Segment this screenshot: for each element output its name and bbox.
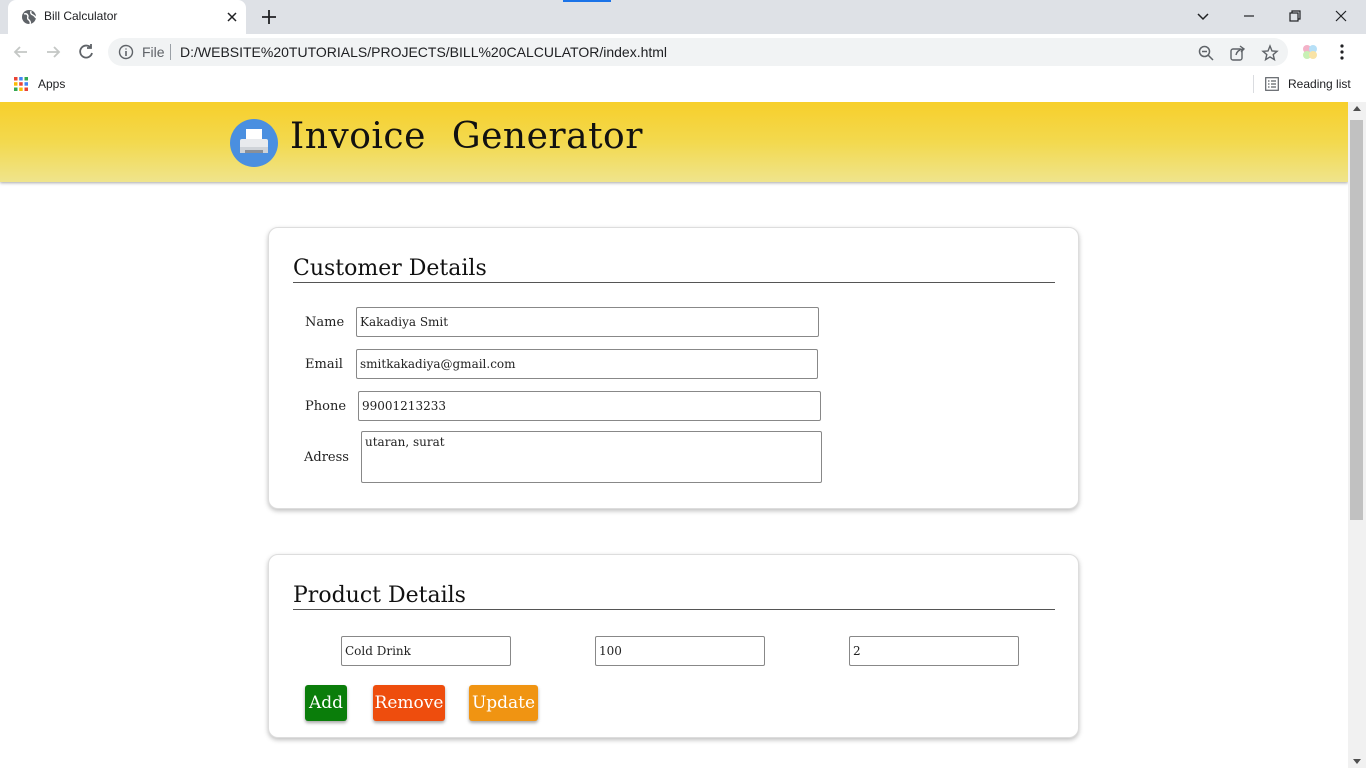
- product-heading-rule: [293, 609, 1055, 610]
- minimize-icon[interactable]: [1239, 6, 1259, 26]
- quantity-input[interactable]: [849, 636, 1019, 666]
- name-input[interactable]: [356, 307, 819, 337]
- back-icon[interactable]: [11, 42, 31, 62]
- forward-icon[interactable]: [43, 42, 63, 62]
- page-viewport: Invoice Generator Customer Details Name …: [0, 102, 1348, 768]
- tab-search-icon[interactable]: [1193, 6, 1213, 26]
- profile-avatar-icon[interactable]: [1300, 42, 1320, 62]
- address-label: Adress: [304, 450, 349, 465]
- bookmark-star-icon[interactable]: [1261, 44, 1279, 62]
- url-text[interactable]: D:/WEBSITE%20TUTORIALS/PROJECTS/BILL%20C…: [180, 44, 667, 60]
- name-label: Name: [305, 315, 345, 330]
- bookmarks-divider: [1253, 75, 1254, 93]
- page-scrollbar[interactable]: [1348, 102, 1366, 768]
- restore-icon[interactable]: [1285, 6, 1305, 26]
- zoom-icon[interactable]: [1197, 44, 1215, 62]
- close-window-icon[interactable]: [1331, 6, 1351, 26]
- product-details-heading: Product Details: [293, 583, 466, 608]
- email-label: Email: [305, 357, 343, 372]
- scrollbar-thumb[interactable]: [1350, 120, 1363, 520]
- tab-loading-indicator: [563, 0, 611, 2]
- more-menu-icon[interactable]: [1332, 42, 1352, 62]
- info-icon[interactable]: [118, 44, 134, 60]
- phone-label: Phone: [305, 399, 347, 414]
- omnibox-divider: [170, 44, 171, 60]
- printer-logo-icon: [230, 119, 278, 167]
- reload-icon[interactable]: [76, 42, 96, 62]
- browser-tab-strip: Bill Calculator: [0, 0, 1366, 34]
- remove-button[interactable]: Remove: [373, 685, 445, 721]
- product-name-input[interactable]: [341, 636, 511, 666]
- tab-title: Bill Calculator: [44, 9, 118, 23]
- product-details-card: Product Details Add Remove Update: [268, 554, 1079, 738]
- page-title: Invoice Generator: [290, 116, 643, 157]
- apps-grid-icon[interactable]: [14, 77, 28, 91]
- close-tab-icon[interactable]: [224, 9, 240, 25]
- browser-toolbar: File D:/WEBSITE%20TUTORIALS/PROJECTS/BIL…: [0, 34, 1366, 70]
- reading-list-icon[interactable]: [1265, 77, 1279, 91]
- update-button[interactable]: Update: [469, 685, 538, 721]
- price-input[interactable]: [595, 636, 765, 666]
- email-input[interactable]: [356, 349, 818, 379]
- scroll-down-arrow-icon[interactable]: [1353, 759, 1361, 764]
- customer-details-card: Customer Details Name Email Phone Adress…: [268, 227, 1079, 509]
- address-bar[interactable]: File D:/WEBSITE%20TUTORIALS/PROJECTS/BIL…: [108, 38, 1288, 66]
- reading-list-button[interactable]: Reading list: [1288, 77, 1351, 91]
- globe-icon: [22, 10, 37, 25]
- scheme-label: File: [142, 44, 165, 60]
- scroll-up-arrow-icon[interactable]: [1353, 106, 1361, 111]
- customer-heading-rule: [293, 282, 1055, 283]
- add-button[interactable]: Add: [305, 685, 347, 721]
- apps-bookmark[interactable]: Apps: [38, 77, 65, 91]
- phone-input[interactable]: [358, 391, 821, 421]
- browser-tab[interactable]: Bill Calculator: [8, 0, 246, 34]
- share-icon[interactable]: [1229, 44, 1247, 62]
- address-textarea[interactable]: utaran, surat: [361, 431, 822, 483]
- new-tab-icon[interactable]: [259, 7, 279, 27]
- bookmarks-bar: Apps Reading list: [0, 70, 1366, 98]
- app-header: Invoice Generator: [0, 102, 1348, 182]
- customer-details-heading: Customer Details: [293, 256, 487, 281]
